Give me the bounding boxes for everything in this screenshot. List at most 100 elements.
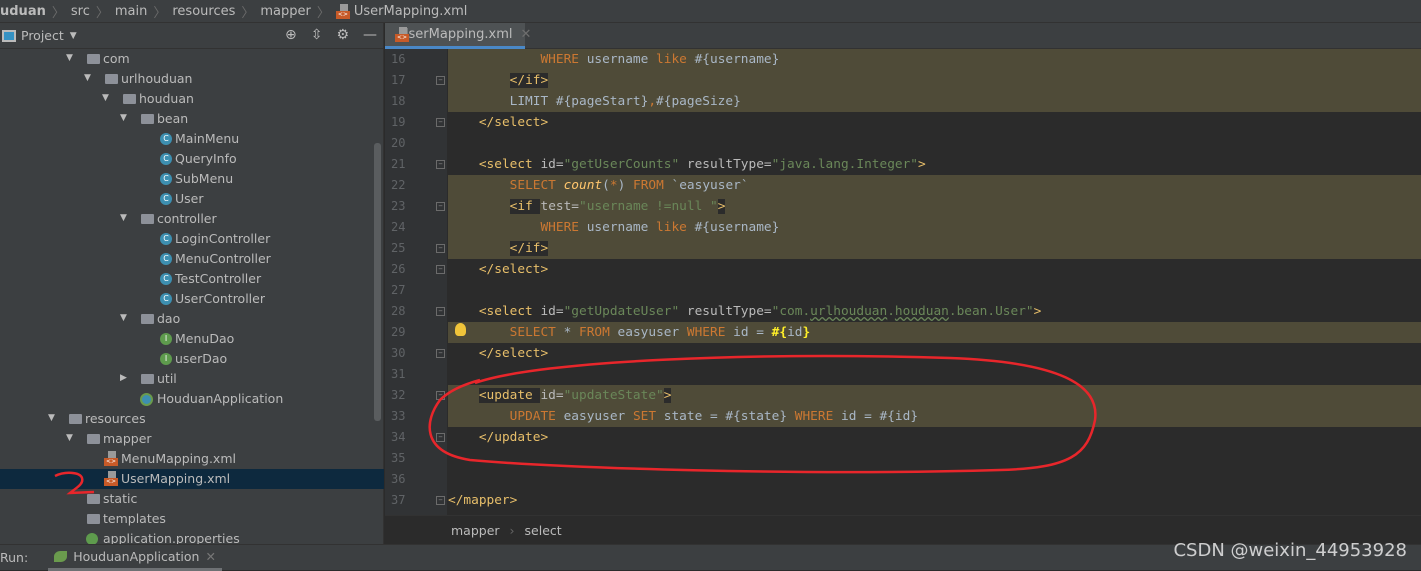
run-tab[interactable]: HouduanApplication ✕ <box>48 545 222 571</box>
minimize-icon[interactable]: — <box>363 27 377 43</box>
tree-item[interactable]: ▼ resources <box>0 409 384 429</box>
tree-item[interactable]: C SubMenu <box>0 169 384 189</box>
code-text: WHERE username like #{username} <box>448 217 779 238</box>
tree-item[interactable]: UserMapping.xml <box>0 469 384 489</box>
chevron-right-icon[interactable]: ▶ <box>120 373 127 383</box>
breadcrumb-item[interactable]: UserMapping.xml <box>354 4 468 19</box>
chevron-down-icon[interactable]: ▼ <box>120 113 127 123</box>
chevron-down-icon[interactable]: ▼ <box>70 31 77 41</box>
fold-icon[interactable]: − <box>436 307 445 316</box>
tree-item[interactable]: ▼ com <box>0 49 384 69</box>
tree-item[interactable]: IuserDao <box>0 349 384 369</box>
tree-item[interactable]: ▶ util <box>0 369 384 389</box>
tree-item-label: dao <box>157 311 181 326</box>
tree-item[interactable]: ▼ dao <box>0 309 384 329</box>
code-line: 34 − </update> <box>385 427 1421 448</box>
tree-item[interactable]: C LoginController <box>0 229 384 249</box>
code-editor[interactable]: 16 WHERE username like #{username} 17− </… <box>385 49 1421 515</box>
spring-boot-icon <box>54 550 68 562</box>
code-token: username <box>579 52 657 67</box>
breadcrumb-mapper[interactable]: mapper <box>451 523 500 538</box>
tree-item[interactable]: C UserController <box>0 289 384 309</box>
folder-icon <box>141 314 154 324</box>
tree-item-label: templates <box>103 511 166 526</box>
breadcrumb-item[interactable]: resources <box>172 4 235 19</box>
class-icon: C <box>160 133 172 145</box>
fold-icon[interactable]: − <box>436 496 445 505</box>
tree-item-label: HouduanApplication <box>157 391 284 406</box>
collapse-icon[interactable]: ⇳ <box>311 27 323 43</box>
fold-icon[interactable]: − <box>436 433 445 442</box>
chevron-down-icon[interactable]: ▼ <box>120 213 127 223</box>
code-token: </update> <box>478 430 549 445</box>
tree-item[interactable]: ▼ controller <box>0 209 384 229</box>
code-line: 35 <box>385 448 1421 469</box>
code-text: </mapper> <box>448 490 518 511</box>
tree-item[interactable]: ▼ mapper <box>0 429 384 449</box>
code-token: WHERE <box>686 325 726 340</box>
breadcrumb-separator: 〉 <box>95 5 109 21</box>
line-number: 36 <box>391 472 406 486</box>
navigation-breadcrumb: uduan 〉 src 〉 main 〉 resources 〉 mapper 〉 UserMapp… <box>0 0 1421 23</box>
tab-usermapping-xml[interactable]: UserMapping.xml ✕ <box>385 23 531 49</box>
tree-item[interactable]: I MenuDao <box>0 329 384 349</box>
line-number: 29 <box>391 325 406 339</box>
tree-item-label: UserMapping.xml <box>121 471 231 486</box>
close-icon[interactable]: ✕ <box>521 27 532 42</box>
chevron-down-icon[interactable]: ▼ <box>84 73 91 83</box>
locate-icon[interactable]: ⊕ <box>285 27 297 43</box>
fold-icon[interactable]: − <box>436 265 445 274</box>
code-token: id= <box>540 304 564 319</box>
tree-item[interactable]: static <box>0 489 384 509</box>
fold-icon[interactable]: − <box>436 244 445 253</box>
folder-icon <box>123 94 136 104</box>
fold-icon[interactable]: − <box>436 118 445 127</box>
chevron-down-icon[interactable]: ▼ <box>66 433 73 443</box>
fold-icon[interactable]: − <box>436 349 445 358</box>
breadcrumb-item[interactable]: src <box>71 4 90 19</box>
lightbulb-icon[interactable] <box>455 323 466 336</box>
code-token: like <box>656 220 687 235</box>
line-number: 31 <box>391 367 406 381</box>
code-token: SELECT <box>509 325 564 340</box>
chevron-down-icon[interactable]: ▼ <box>120 313 127 323</box>
tree-item[interactable]: templates <box>0 509 384 529</box>
tree-item[interactable]: C QueryInfo <box>0 149 384 169</box>
tree-item[interactable]: C TestController <box>0 269 384 289</box>
code-line: 17 − </if> <box>385 70 1421 91</box>
fold-icon[interactable]: − <box>436 202 445 211</box>
tree-item[interactable]: C User <box>0 189 384 209</box>
tab-label: UserMapping.xml <box>399 27 513 42</box>
breadcrumb-item[interactable]: mapper <box>260 4 310 19</box>
project-view-selector[interactable]: Project <box>21 28 64 43</box>
gear-icon[interactable]: ⚙ <box>336 27 349 43</box>
breadcrumb-separator: 〉 <box>241 5 255 21</box>
tree-item[interactable]: ▼ bean <box>0 109 384 129</box>
close-icon[interactable]: ✕ <box>205 549 215 564</box>
code-token: </select> <box>478 346 549 361</box>
tree-item[interactable]: ▼ houduan <box>0 89 384 109</box>
breadcrumb-item[interactable]: uduan <box>0 4 46 19</box>
breadcrumb-item[interactable]: main <box>115 4 147 19</box>
code-token: .bean.User" <box>948 304 1034 319</box>
tree-item[interactable]: C MenuController <box>0 249 384 269</box>
chevron-down-icon[interactable]: ▼ <box>102 93 109 103</box>
run-label: Run: <box>0 550 29 565</box>
code-token: WHERE <box>540 52 579 67</box>
chevron-down-icon[interactable]: ▼ <box>48 413 55 423</box>
tree-item[interactable]: C MainMenu <box>0 129 384 149</box>
fold-icon[interactable]: − <box>436 160 445 169</box>
scrollbar[interactable] <box>374 143 381 421</box>
tree-item[interactable]: MenuMapping.xml <box>0 449 384 469</box>
tree-item[interactable]: HouduanApplication <box>0 389 384 409</box>
tree-item[interactable]: ▼ urlhouduan <box>0 69 384 89</box>
code-token: </select> <box>478 262 549 277</box>
code-token: #{username} <box>686 52 780 67</box>
breadcrumb-select[interactable]: select <box>525 523 562 538</box>
fold-icon[interactable]: − <box>436 76 445 85</box>
tree-item-label: MainMenu <box>175 131 240 146</box>
fold-icon[interactable]: − <box>436 391 445 400</box>
chevron-down-icon[interactable]: ▼ <box>66 53 73 63</box>
